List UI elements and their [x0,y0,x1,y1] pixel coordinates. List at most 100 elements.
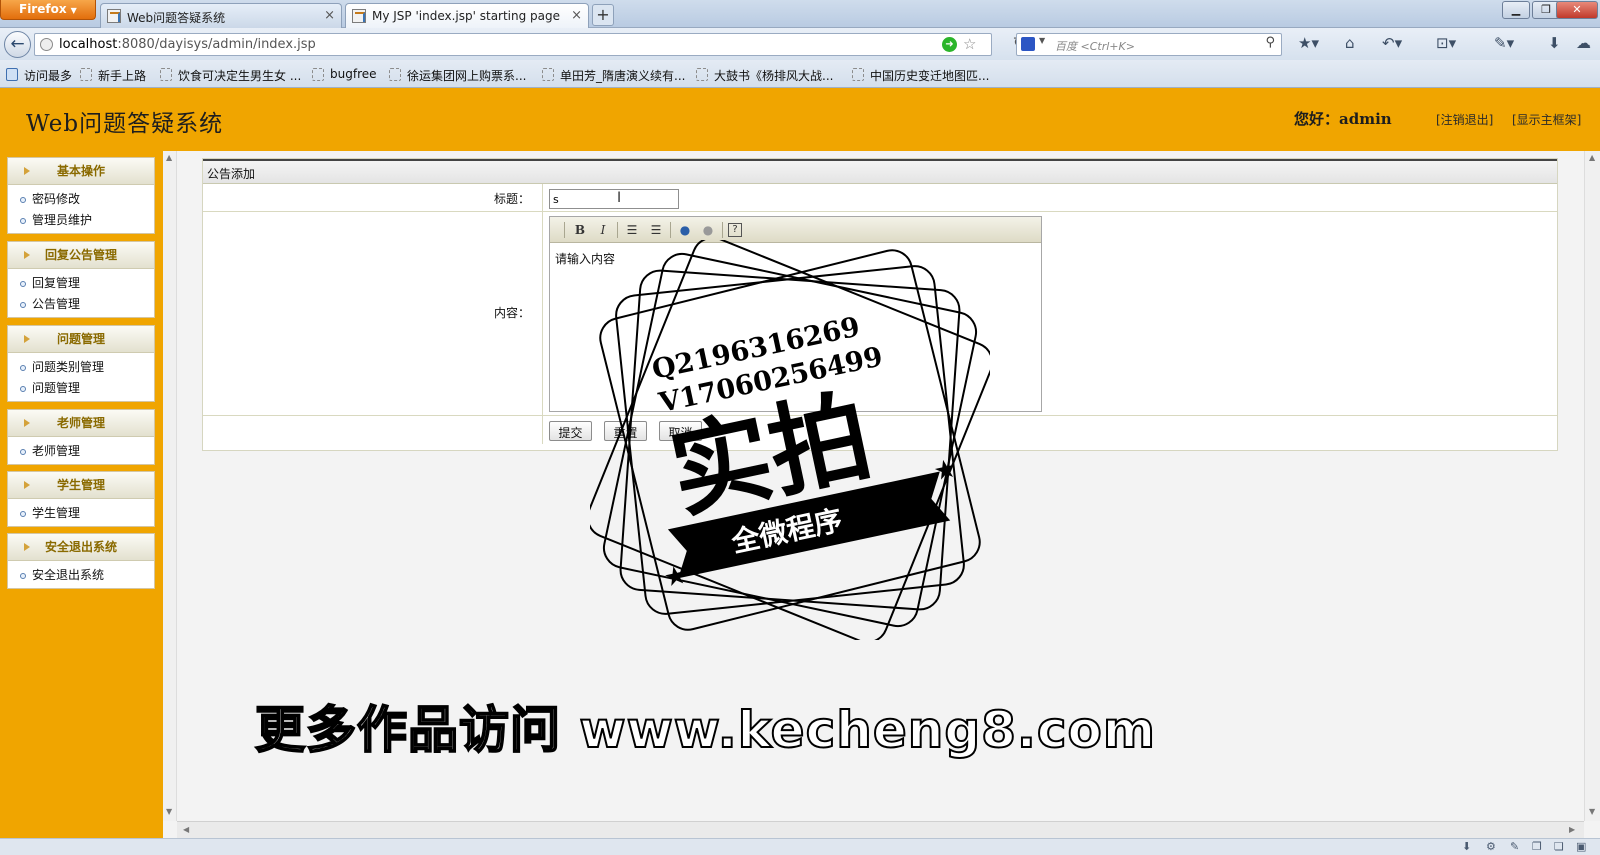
triangle-right-icon [24,167,30,175]
menu-group-header[interactable]: 学生管理 [8,472,154,499]
bookmark-label: 新手上路 [98,69,147,83]
bookmark-item[interactable]: 新手上路 [80,67,146,84]
bullet-icon [20,281,26,287]
scroll-up-icon[interactable]: ▲ [1589,153,1595,162]
crop-icon[interactable]: ⊡▾ [1436,34,1456,52]
form-section-title: 公告添加 [203,159,1557,184]
sidebar-item-label: 回复管理 [32,276,81,290]
vertical-scrollbar[interactable]: ▲ ▼ [1584,151,1600,821]
close-tab-icon[interactable]: × [571,8,582,23]
sidebar-item-students[interactable]: 学生管理 [8,503,154,524]
download-icon[interactable]: ⬇ [1462,840,1471,853]
tab-label: My JSP 'index.jsp' starting page [372,9,561,23]
addon-icon[interactable]: ✎▾ [1494,34,1514,52]
baidu-engine-icon[interactable] [1021,37,1035,51]
bookmark-star-icon[interactable]: ☆ [963,35,976,53]
sidebar-item-teachers[interactable]: 老师管理 [8,441,154,462]
greeting-text: 您好：admin [1294,110,1392,128]
address-bar[interactable]: localhost:8080/dayisys/admin/index.jsp ➜… [34,33,1025,56]
submit-button[interactable]: 提交 [549,421,592,441]
bookmark-item[interactable]: 中国历史变迁地图匹... [852,67,989,84]
menu-group-header[interactable]: 问题管理 [8,326,154,353]
menu-group-title: 回复公告管理 [44,248,117,262]
bullet-icon [20,573,26,579]
search-placeholder: 百度 <Ctrl+K> [1055,40,1135,53]
close-window-button[interactable]: ✕ [1556,1,1598,19]
app-title: Web问题答疑系统 [26,111,224,137]
menu-group-header[interactable]: 安全退出系统 [8,534,154,561]
addon-icon[interactable]: ⚙ [1486,840,1496,853]
show-main-frame-link[interactable]: [显示主框架] [1512,111,1581,128]
link-icon[interactable]: ● [676,221,694,239]
page-favicon-icon [107,9,121,23]
chevron-down-icon: ▼ [70,6,77,15]
home-icon[interactable]: ⌂ [1345,34,1355,52]
text-cursor-icon: I [617,190,622,206]
search-input[interactable]: ▼ 百度 <Ctrl+K> ⚲ [1016,33,1282,56]
bold-icon[interactable]: B [571,221,589,239]
page-favicon-icon [352,9,366,23]
sidebar-item-notices[interactable]: 公告管理 [8,294,154,315]
bullet-icon [20,511,26,517]
menu-group-title: 基本操作 [56,164,105,178]
sidebar-item-questions[interactable]: 问题管理 [8,378,154,399]
tab-jsp-index[interactable]: My JSP 'index.jsp' starting page × [345,3,589,28]
left-frame-scrollbar[interactable]: ▲ ▼ [163,151,177,821]
back-arrow-icon[interactable]: ← [4,31,31,58]
menu-group-header[interactable]: 回复公告管理 [8,242,154,269]
window-icon[interactable]: ❐ [1532,840,1542,853]
sidebar-item-question-categories[interactable]: 问题类别管理 [8,357,154,378]
menu-group-header[interactable]: 老师管理 [8,410,154,437]
scroll-down-icon[interactable]: ▼ [166,807,172,816]
unordered-list-icon[interactable]: ☰ [647,221,665,239]
go-arrow-icon[interactable]: ➜ [942,37,957,52]
bookmark-most-visited[interactable]: 访问最多 [6,67,72,84]
search-icon[interactable]: ⚲ [1265,35,1275,50]
toolbar-separator [617,222,618,238]
download-icon[interactable]: ⬇ [1548,34,1561,52]
close-tab-icon[interactable]: × [324,8,335,23]
horizontal-scrollbar[interactable]: ◀ ▶ [177,821,1584,838]
firefox-menu-button[interactable]: Firefox ▼ [0,0,96,20]
menu-group-header[interactable]: 基本操作 [8,158,154,185]
bookmarks-menu-icon[interactable]: ★▾ [1298,34,1319,52]
minimize-window-button[interactable]: ▁ [1502,1,1530,19]
bookmark-item[interactable]: 饮食可决定生男生女 ... [160,67,301,84]
help-icon[interactable]: ? [728,223,742,237]
bookmark-page-icon [389,68,401,81]
lock-icon[interactable]: ▣ [1576,840,1586,853]
menu-group-title: 安全退出系统 [44,540,117,554]
chat-icon[interactable]: ☁ [1576,34,1591,52]
new-tab-button[interactable]: + [592,4,614,26]
copy-icon[interactable]: ❏ [1554,840,1564,853]
title-input[interactable] [549,189,679,209]
bookmark-label: 徐运集团网上购票系... [407,69,527,83]
logout-link[interactable]: [注销退出] [1436,111,1493,128]
bookmark-item[interactable]: 徐运集团网上购票系... [389,67,526,84]
bookmark-item[interactable]: bugfree [312,67,377,81]
chevron-down-icon[interactable]: ▼ [1039,36,1045,45]
ordered-list-icon[interactable]: ☰ [623,221,641,239]
undo-icon[interactable]: ↶▾ [1382,34,1402,52]
scroll-down-icon[interactable]: ▼ [1589,807,1595,816]
sidebar-item-safe-logout[interactable]: 安全退出系统 [8,565,154,586]
bullet-icon [20,449,26,455]
bookmark-page-icon [80,68,92,81]
sidebar-item-replies[interactable]: 回复管理 [8,273,154,294]
scroll-up-icon[interactable]: ▲ [166,153,172,162]
bookmark-label: 访问最多 [24,69,73,83]
tab-web-qa[interactable]: Web问题答疑系统 × [100,3,342,28]
title-label: 标题： [493,192,530,206]
bullet-icon [20,386,26,392]
scroll-right-icon[interactable]: ▶ [1569,825,1575,834]
sidebar-item-admins[interactable]: 管理员维护 [8,210,154,231]
bookmark-folder-icon [6,68,18,81]
sidebar-item-password[interactable]: 密码修改 [8,189,154,210]
bookmark-item[interactable]: 大鼓书《杨排风大战... [696,67,833,84]
italic-icon[interactable]: I [594,221,612,239]
unlink-icon[interactable]: ● [699,221,717,239]
scroll-left-icon[interactable]: ◀ [183,825,189,834]
url-path: :8080/dayisys/admin/index.jsp [117,37,316,52]
pen-icon[interactable]: ✎ [1510,840,1519,853]
bookmark-item[interactable]: 单田芳_隋唐演义续有... [542,67,685,84]
